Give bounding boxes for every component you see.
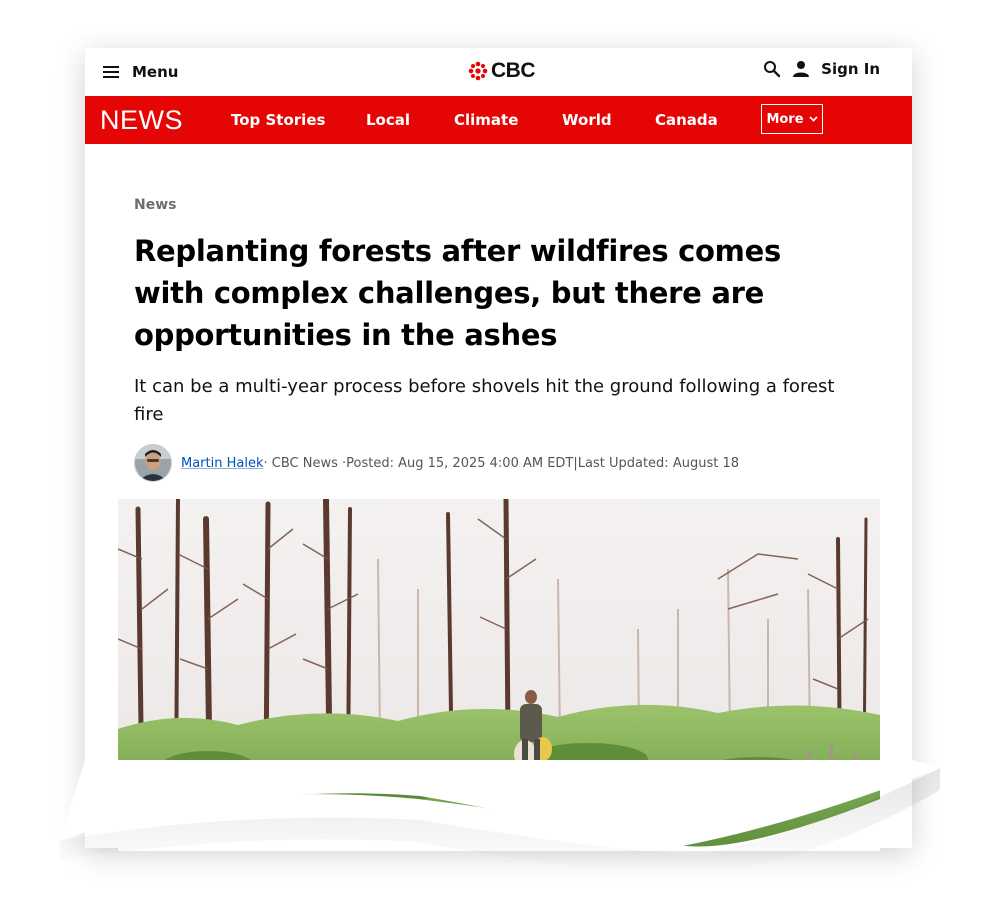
news-section-logo[interactable]: NEWS [100, 105, 183, 136]
menu-button[interactable]: Menu [103, 60, 178, 84]
chevron-down-icon [808, 116, 818, 122]
nav-item-top-stories[interactable]: Top Stories [231, 111, 325, 129]
updated-timestamp: Last Updated: August 18 [577, 455, 739, 471]
signin-button[interactable]: Sign In [793, 60, 880, 78]
search-icon[interactable] [763, 60, 781, 78]
article-card: Menu CBC Sign In NEWS Top Stories Local … [85, 48, 912, 851]
page-curl-decoration [60, 760, 940, 875]
author-avatar[interactable] [134, 444, 172, 482]
cbc-gem-icon [468, 61, 488, 81]
cbc-logo[interactable]: CBC [468, 59, 536, 83]
posted-timestamp: Posted: Aug 15, 2025 4:00 AM EDT [346, 455, 574, 471]
header-tools: Sign In [763, 60, 880, 78]
menu-label: Menu [132, 63, 179, 81]
article-deck: It can be a multi-year process before sh… [134, 376, 835, 425]
byline-outlet: · CBC News · [263, 455, 347, 471]
top-header: Menu CBC Sign In [85, 48, 912, 96]
nav-item-canada[interactable]: Canada [655, 111, 718, 129]
more-button[interactable]: More [761, 104, 823, 134]
nav-item-local[interactable]: Local [366, 111, 410, 129]
nav-item-world[interactable]: World [562, 111, 612, 129]
user-icon [793, 61, 810, 77]
hamburger-icon [103, 66, 119, 78]
author-link[interactable]: Martin Halek [181, 456, 264, 471]
logo-text: CBC [491, 59, 536, 82]
article-category[interactable]: News [134, 197, 176, 213]
more-label: More [766, 111, 804, 127]
section-nav: NEWS Top Stories Local Climate World Can… [85, 96, 912, 144]
signin-label: Sign In [821, 60, 880, 78]
byline: Martin Halek · CBC News · Posted: Aug 15… [134, 443, 739, 483]
article-headline: Replanting forests after wildfires comes… [134, 234, 781, 352]
nav-item-climate[interactable]: Climate [454, 111, 518, 129]
